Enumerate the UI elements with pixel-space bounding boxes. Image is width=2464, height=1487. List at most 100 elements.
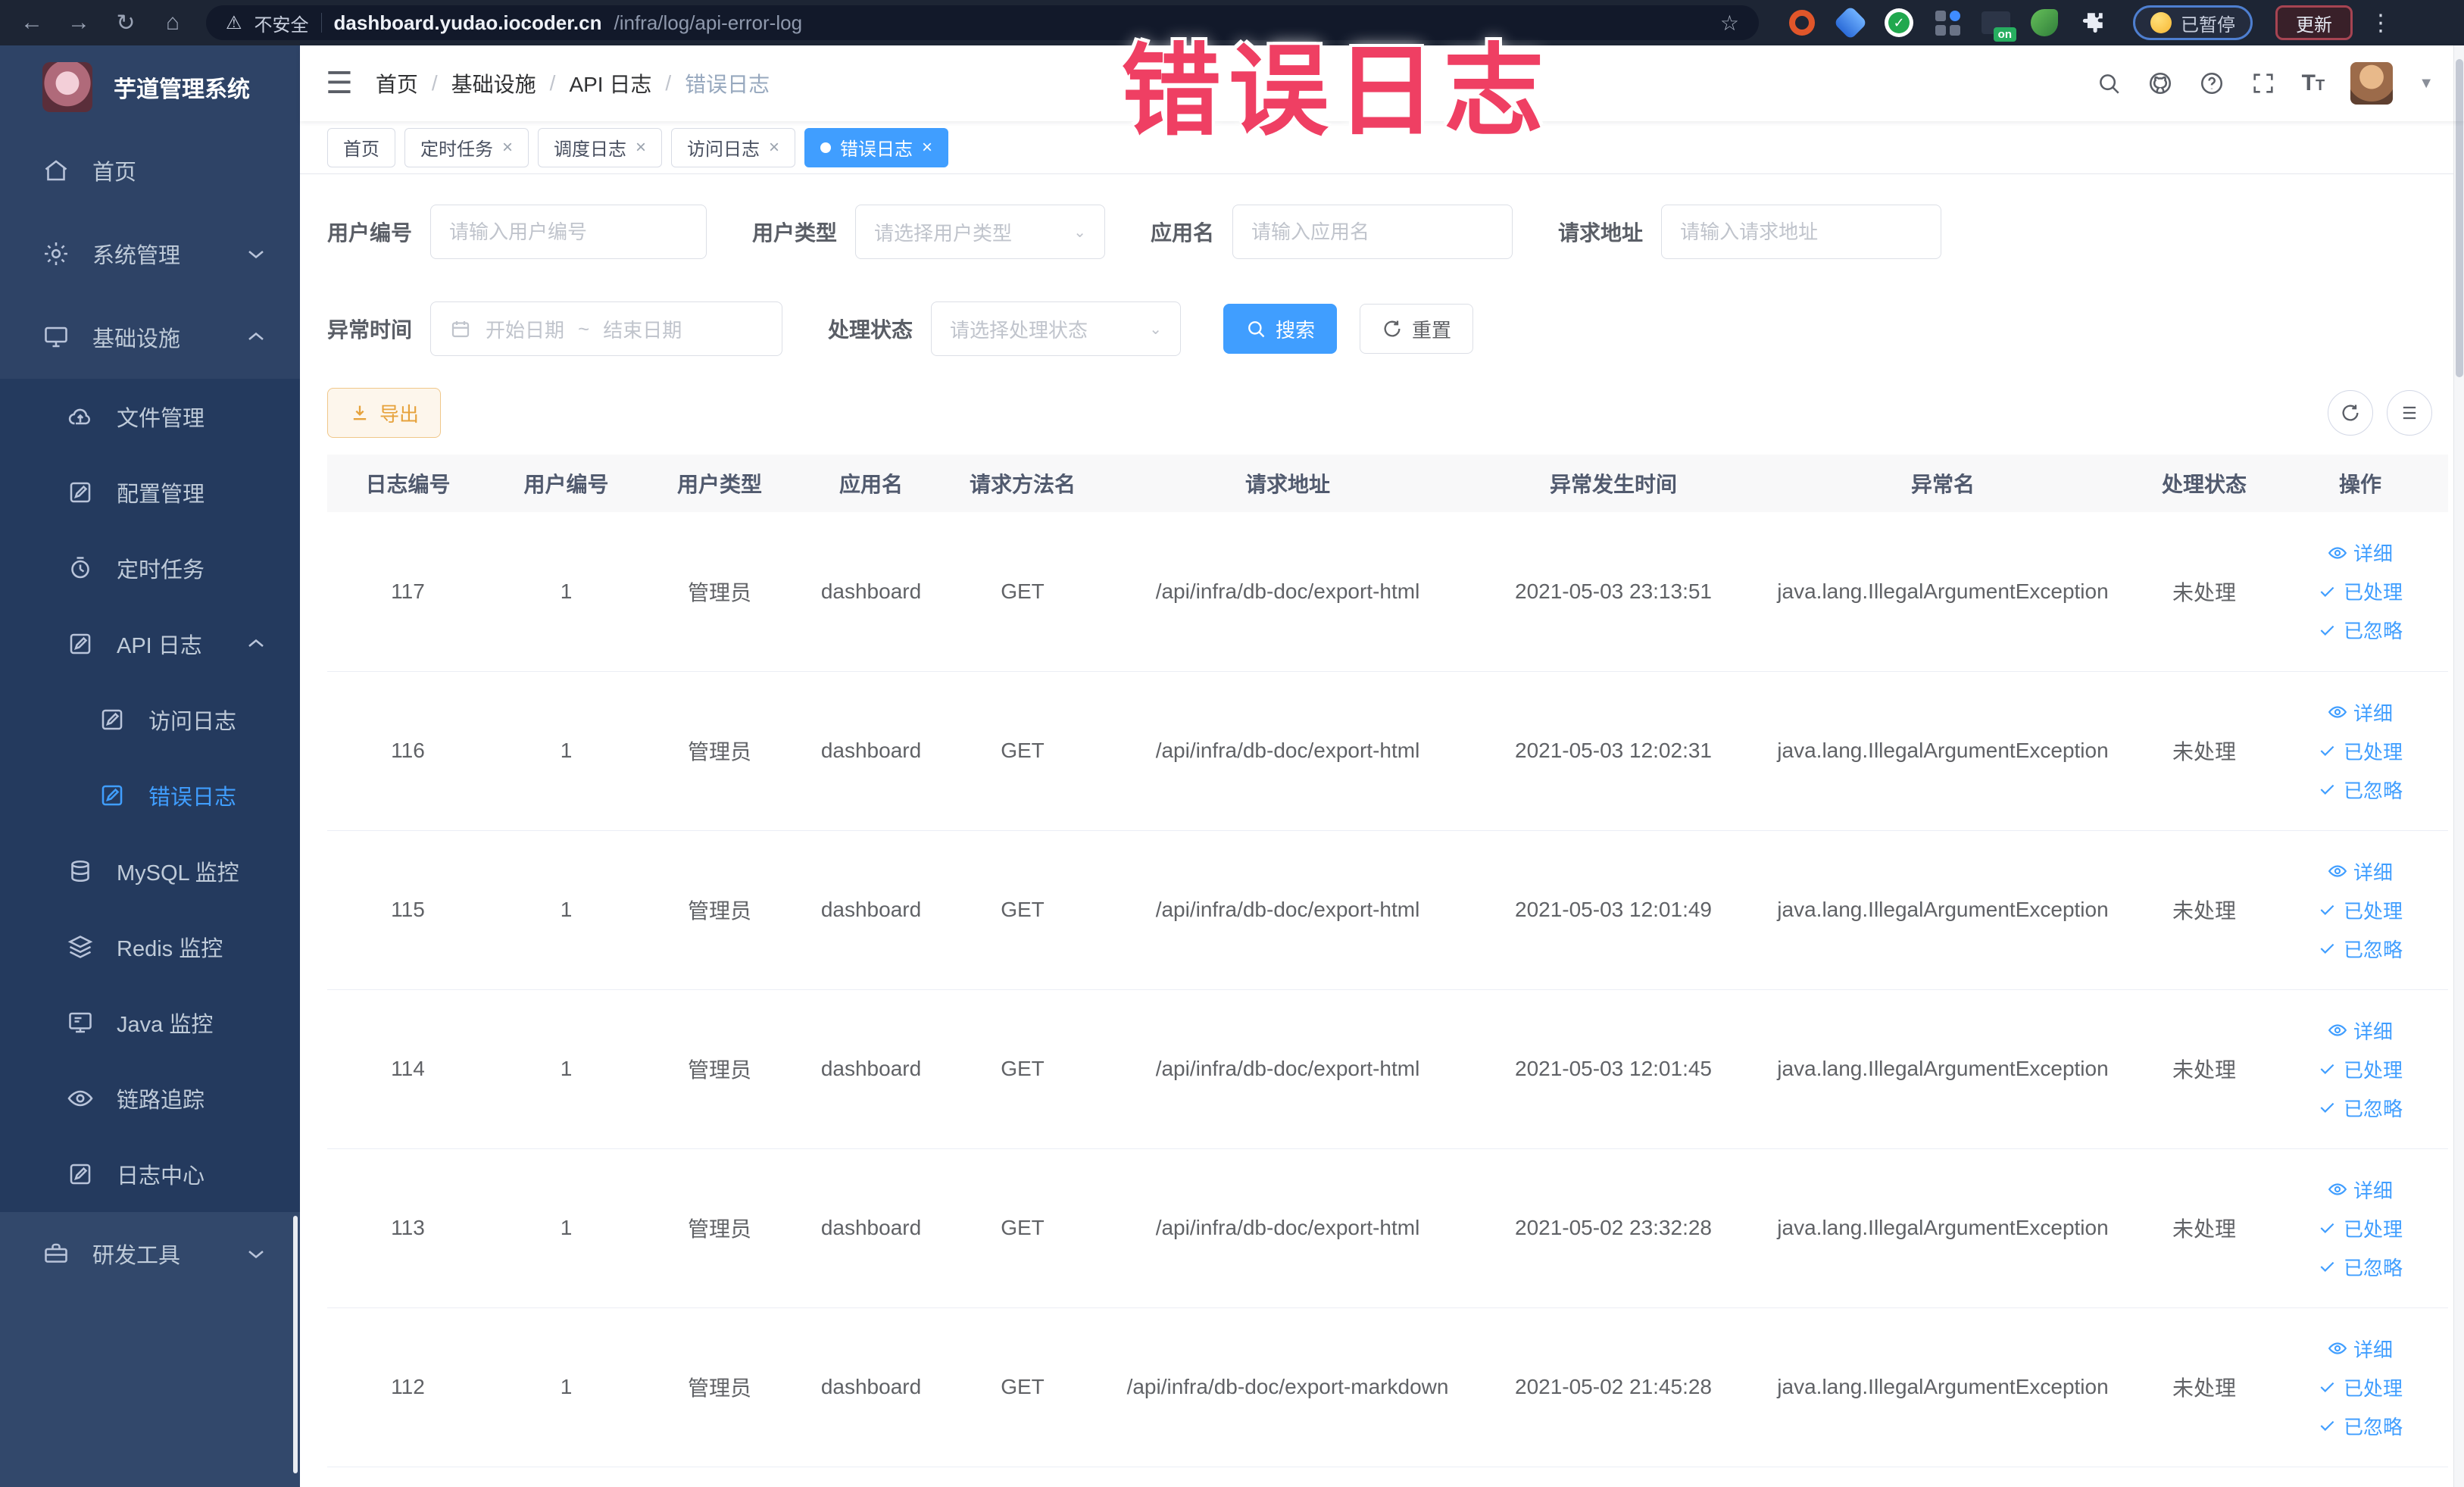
process-status-select[interactable]: 请选择处理状态 ⌄	[931, 301, 1182, 356]
eye-icon	[2328, 1024, 2347, 1036]
detail-link[interactable]: 详细	[2328, 1017, 2393, 1045]
sidebar-item-mysql-monitor[interactable]: MySQL 监控	[0, 833, 300, 909]
browser-update-button[interactable]: 更新	[2275, 5, 2353, 40]
browser-home-button[interactable]: ⌂	[151, 5, 194, 41]
mark-ignored-link[interactable]: 已忽略	[2318, 1253, 2403, 1281]
breadcrumb-infra[interactable]: 基础设施	[451, 68, 536, 98]
github-icon[interactable]	[2147, 70, 2173, 96]
extension-proxy-icon[interactable]: on	[1980, 7, 2016, 42]
col-request-url: 请求地址	[1098, 455, 1477, 512]
browser-forward-button[interactable]: →	[58, 5, 100, 41]
col-exception-name: 异常名	[1750, 455, 2136, 512]
check-icon	[2320, 1064, 2334, 1074]
extension-grid-icon[interactable]	[1932, 7, 1963, 39]
mark-processed-link[interactable]: 已处理	[2318, 577, 2403, 605]
sidebar-toggle-icon[interactable]: ☰	[326, 66, 353, 101]
mark-ignored-link[interactable]: 已忽略	[2318, 776, 2403, 804]
mark-processed-link[interactable]: 已处理	[2318, 737, 2403, 765]
sidebar-item-infra[interactable]: 基础设施	[0, 295, 300, 379]
columns-icon	[2403, 406, 2416, 420]
fullscreen-icon[interactable]	[2250, 70, 2276, 96]
url-path: /infra/log/api-error-log	[614, 11, 803, 34]
tab-home[interactable]: 首页	[327, 127, 395, 167]
sidebar-item-home[interactable]: 首页	[0, 129, 300, 212]
infra-submenu: 文件管理 配置管理 定时任务 API 日志 访问日志 错误日志 MySQL 监控…	[0, 379, 300, 1212]
browser-reload-button[interactable]: ↻	[105, 5, 147, 41]
sidebar-scrollbar[interactable]	[293, 1216, 298, 1473]
mark-ignored-link[interactable]: 已忽略	[2318, 1094, 2403, 1122]
bookmark-star-icon[interactable]: ☆	[1720, 11, 1739, 36]
url-divider	[320, 13, 322, 33]
mark-processed-link[interactable]: 已处理	[2318, 1373, 2403, 1401]
extension-orange-icon[interactable]	[1786, 7, 1818, 39]
sidebar-item-access-log[interactable]: 访问日志	[0, 682, 300, 758]
breadcrumb-home[interactable]: 首页	[376, 68, 418, 98]
tab-access-log[interactable]: 访问日志 ×	[671, 127, 796, 167]
extension-blue-icon[interactable]	[1833, 5, 1868, 40]
font-size-icon[interactable]: TT	[2302, 70, 2325, 96]
app-name-input[interactable]	[1232, 205, 1513, 259]
sidebar-item-redis-monitor[interactable]: Redis 监控	[0, 909, 300, 985]
sidebar-item-error-log[interactable]: 错误日志	[0, 758, 300, 833]
sidebar-item-trace[interactable]: 链路追踪	[0, 1061, 300, 1136]
breadcrumb-api-log[interactable]: API 日志	[569, 68, 651, 98]
check-icon	[2320, 1223, 2334, 1233]
detail-link[interactable]: 详细	[2328, 1335, 2393, 1363]
mark-ignored-link[interactable]: 已忽略	[2318, 616, 2403, 644]
sidebar-item-scheduled-job[interactable]: 定时任务	[0, 530, 300, 606]
close-icon[interactable]: ×	[769, 137, 779, 158]
sidebar-item-api-log[interactable]: API 日志	[0, 606, 300, 682]
user-avatar[interactable]	[2350, 62, 2394, 105]
close-icon[interactable]: ×	[922, 137, 932, 158]
request-url-input[interactable]	[1661, 205, 1942, 259]
profile-emoji-icon	[2150, 12, 2172, 33]
tab-error-log[interactable]: 错误日志 ×	[804, 127, 949, 167]
sidebar-item-config-manage[interactable]: 配置管理	[0, 455, 300, 530]
sidebar-item-system[interactable]: 系统管理	[0, 212, 300, 295]
profile-paused-pill[interactable]: 已暂停	[2133, 5, 2253, 40]
user-type-select[interactable]: 请选择用户类型 ⌄	[855, 205, 1106, 259]
mark-ignored-link[interactable]: 已忽略	[2318, 1412, 2403, 1440]
cell-exception-time: 2021-05-02 21:45:28	[1477, 1307, 1750, 1467]
close-icon[interactable]: ×	[636, 137, 646, 158]
extension-green-icon[interactable]: ✓	[1883, 7, 1915, 39]
browser-back-button[interactable]: ←	[11, 5, 53, 41]
refresh-table-button[interactable]	[2328, 390, 2373, 436]
select-caret-icon: ⌄	[1149, 320, 1163, 338]
page-scrollbar[interactable]	[2453, 45, 2464, 1487]
extensions-puzzle-icon[interactable]	[2077, 7, 2109, 39]
cell-app-name: dashboard	[795, 1148, 947, 1308]
reset-button[interactable]: 重置	[1360, 304, 1474, 354]
paused-label: 已暂停	[2181, 14, 2235, 36]
detail-link[interactable]: 详细	[2328, 539, 2393, 567]
app-logo[interactable]: 芋道管理系统	[0, 45, 300, 129]
column-settings-button[interactable]	[2387, 390, 2432, 436]
detail-link[interactable]: 详细	[2328, 1176, 2393, 1204]
detail-link[interactable]: 详细	[2328, 698, 2393, 726]
security-label[interactable]: 不安全	[255, 10, 309, 36]
user-id-input[interactable]	[430, 205, 707, 259]
cell-method: GET	[947, 1148, 1098, 1308]
exception-time-range-picker[interactable]: 开始日期 ~ 结束日期	[430, 301, 783, 356]
mark-ignored-link[interactable]: 已忽略	[2318, 935, 2403, 963]
cell-request-url: /api/infra/db-doc/export-html	[1098, 830, 1477, 990]
mark-processed-link[interactable]: 已处理	[2318, 1055, 2403, 1083]
tab-schedule-log[interactable]: 调度日志 ×	[538, 127, 663, 167]
browser-menu-icon[interactable]: ⋮	[2369, 10, 2392, 36]
sidebar-item-log-center[interactable]: 日志中心	[0, 1136, 300, 1212]
mark-processed-link[interactable]: 已处理	[2318, 896, 2403, 924]
avatar-caret-icon[interactable]: ▼	[2419, 75, 2434, 92]
sidebar-item-dev-tools[interactable]: 研发工具	[0, 1212, 300, 1295]
cell-method: GET	[947, 512, 1098, 672]
sidebar-item-file-manage[interactable]: 文件管理	[0, 379, 300, 455]
detail-link[interactable]: 详细	[2328, 858, 2393, 886]
search-button[interactable]: 搜索	[1223, 304, 1338, 354]
mark-processed-link[interactable]: 已处理	[2318, 1214, 2403, 1242]
close-icon[interactable]: ×	[502, 137, 513, 158]
export-button[interactable]: 导出	[327, 388, 442, 438]
tab-scheduled-job[interactable]: 定时任务 ×	[404, 127, 529, 167]
help-icon[interactable]	[2199, 70, 2225, 96]
extension-leaf-icon[interactable]	[2028, 7, 2060, 39]
search-icon[interactable]	[2096, 70, 2122, 96]
sidebar-item-java-monitor[interactable]: Java 监控	[0, 985, 300, 1061]
